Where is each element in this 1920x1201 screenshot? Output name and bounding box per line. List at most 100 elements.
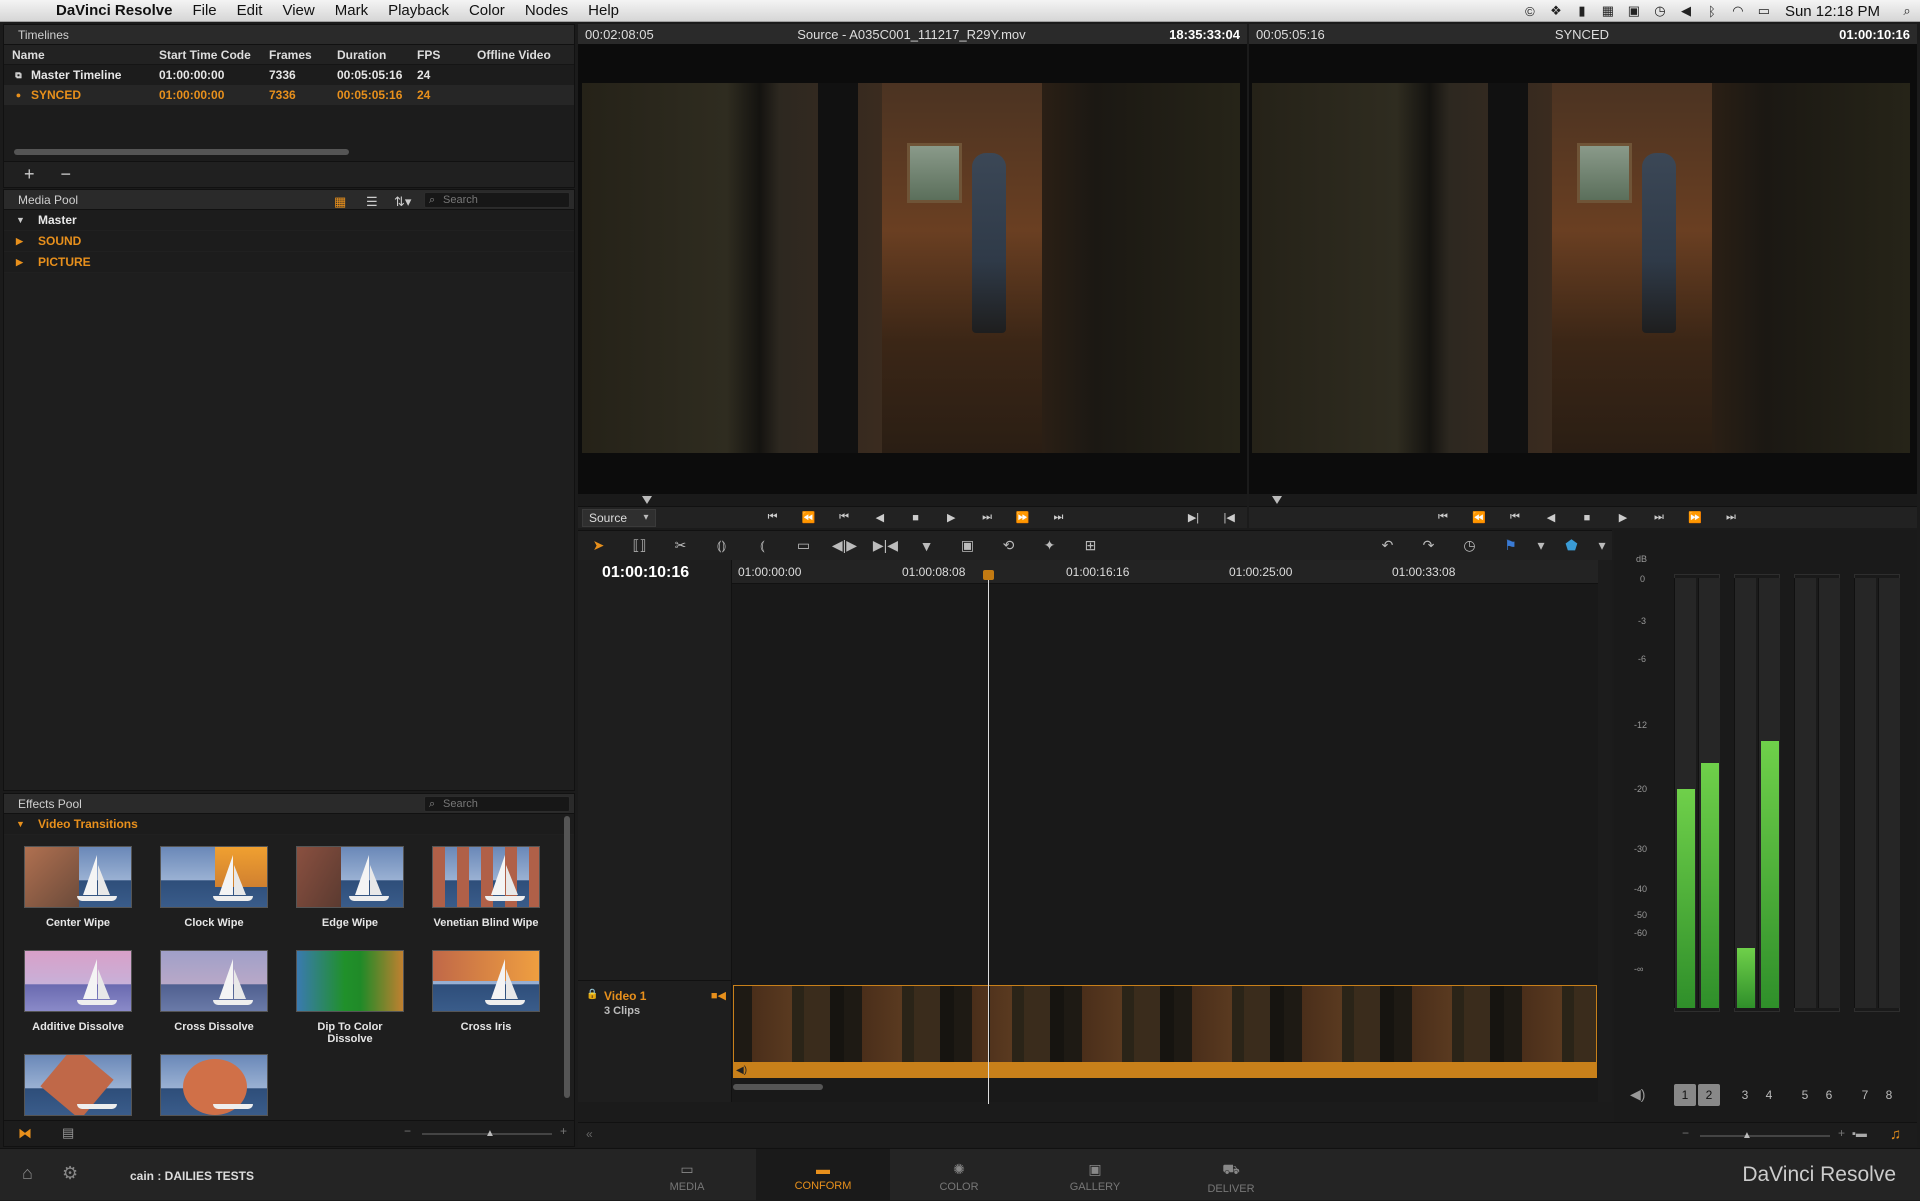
- transition-item[interactable]: [22, 1054, 134, 1125]
- disclosure-closed-icon[interactable]: ▶: [16, 231, 38, 252]
- menu-nodes[interactable]: Nodes: [525, 2, 568, 19]
- menu-clock[interactable]: Sun 12:18 PM: [1785, 3, 1880, 20]
- transition-item[interactable]: Dip To Color Dissolve: [294, 950, 406, 1045]
- app-menu[interactable]: DaVinci Resolve: [56, 2, 172, 19]
- col-offline-video[interactable]: Offline Video: [477, 45, 567, 64]
- source-video-frame[interactable]: [582, 83, 1240, 453]
- transition-item[interactable]: Center Wipe: [22, 846, 134, 929]
- media-pool-search[interactable]: ⌕ Search: [424, 192, 570, 208]
- add-timeline-button[interactable]: +: [24, 164, 35, 185]
- stop-button[interactable]: ■: [1569, 512, 1605, 524]
- col-fps[interactable]: FPS: [417, 45, 477, 64]
- history-icon[interactable]: ◷: [1449, 537, 1490, 554]
- battery-icon[interactable]: ▭: [1751, 3, 1777, 19]
- zoom-out-icon[interactable]: −: [1682, 1126, 1689, 1140]
- overwrite-icon[interactable]: ▼: [906, 538, 947, 554]
- grid-icon[interactable]: ▦: [1595, 3, 1621, 19]
- timeline-video-frame[interactable]: [1252, 83, 1910, 453]
- blade-tool-icon[interactable]: ✂: [660, 537, 701, 554]
- menu-edit[interactable]: Edit: [237, 2, 263, 19]
- fast-forward-button[interactable]: ⏩: [1005, 511, 1041, 524]
- play-button[interactable]: ▶: [933, 511, 969, 524]
- display-icon[interactable]: ▣: [1621, 3, 1647, 19]
- channel-button-3[interactable]: 3: [1734, 1084, 1756, 1106]
- copyright-status-icon[interactable]: ©: [1517, 4, 1543, 19]
- slider-knob-icon[interactable]: ▲: [1742, 1130, 1752, 1141]
- source-scrub-playhead[interactable]: [641, 496, 652, 504]
- tab-conform[interactable]: ▬ CONFORM: [756, 1149, 890, 1201]
- menu-help[interactable]: Help: [588, 2, 619, 19]
- tab-color[interactable]: ✺ COLOR: [892, 1149, 1026, 1201]
- marker-dropdown-icon[interactable]: ▾: [1592, 537, 1612, 554]
- channel-button-4[interactable]: 4: [1758, 1084, 1780, 1106]
- col-duration[interactable]: Duration: [337, 45, 417, 64]
- col-name[interactable]: Name: [4, 45, 159, 64]
- gear-icon[interactable]: ⚙: [62, 1163, 78, 1184]
- bin-sound[interactable]: ▶ SOUND: [4, 231, 574, 252]
- zoom-in-icon[interactable]: +: [1838, 1126, 1845, 1140]
- go-to-start-button[interactable]: ⏮: [1425, 511, 1461, 524]
- timeline-row-active[interactable]: ● SYNCED 01:00:00:00 7336 00:05:05:16 24: [4, 85, 574, 105]
- insert-icon[interactable]: ▭: [783, 537, 824, 554]
- menu-file[interactable]: File: [192, 2, 216, 19]
- timeline-row[interactable]: ⧉ Master Timeline 01:00:00:00 7336 00:05:…: [4, 65, 574, 85]
- flag-dropdown-icon[interactable]: ▾: [1531, 537, 1551, 554]
- redo-icon[interactable]: ↷: [1408, 537, 1449, 554]
- fit-to-fill-icon[interactable]: ⟲: [988, 537, 1029, 554]
- slide-icon[interactable]: ▶|◀: [865, 537, 906, 554]
- col-start-tc[interactable]: Start Time Code: [159, 45, 269, 64]
- fx-list-icon[interactable]: ▤: [62, 1125, 74, 1141]
- mark-out-button[interactable]: ▶|: [1176, 511, 1212, 524]
- transition-item[interactable]: Edge Wipe: [294, 846, 406, 929]
- transition-item[interactable]: Cross Iris: [430, 950, 542, 1033]
- audio-toggle-icon[interactable]: ♫: [1890, 1126, 1901, 1143]
- rewind-button[interactable]: ⏪: [790, 511, 826, 524]
- append-icon[interactable]: ⊞: [1070, 537, 1111, 554]
- zoom-in-icon[interactable]: +: [560, 1124, 567, 1138]
- add-marker-icon[interactable]: ✦: [1029, 537, 1070, 554]
- book-icon[interactable]: ▮: [1569, 3, 1595, 19]
- timeline-playhead[interactable]: [983, 570, 994, 580]
- wifi-icon[interactable]: ◠: [1725, 3, 1751, 19]
- next-edit-button[interactable]: ⏭: [1641, 511, 1677, 524]
- menu-playback[interactable]: Playback: [388, 2, 449, 19]
- disclosure-closed-icon[interactable]: ▶: [16, 252, 38, 273]
- transition-item[interactable]: Additive Dissolve: [22, 950, 134, 1033]
- video-clip[interactable]: ◀): [733, 985, 1597, 1078]
- source-select-dropdown[interactable]: Source: [582, 508, 656, 527]
- timeline-current-timecode[interactable]: 01:00:10:16: [602, 564, 689, 582]
- time-machine-icon[interactable]: ◷: [1647, 3, 1673, 19]
- menu-mark[interactable]: Mark: [335, 2, 368, 19]
- transition-item[interactable]: Clock Wipe: [158, 846, 270, 929]
- video-camera-icon[interactable]: ■◀: [711, 989, 726, 1002]
- zoom-out-icon[interactable]: −: [404, 1124, 411, 1138]
- replace-icon[interactable]: ▣: [947, 537, 988, 554]
- channel-button-1[interactable]: 1: [1674, 1084, 1696, 1106]
- list-view-icon[interactable]: ☰: [366, 192, 378, 212]
- timeline-scrollbar[interactable]: [733, 1084, 823, 1090]
- tab-media[interactable]: ▭ MEDIA: [620, 1149, 754, 1201]
- disclosure-open-icon[interactable]: ▼: [16, 814, 38, 835]
- dropbox-icon[interactable]: ❖: [1543, 3, 1569, 19]
- play-button[interactable]: ▶: [1605, 511, 1641, 524]
- bin-picture[interactable]: ▶ PICTURE: [4, 252, 574, 273]
- track-height-icon[interactable]: ▪▬: [1852, 1128, 1867, 1140]
- effects-scrollbar[interactable]: [564, 816, 570, 1098]
- video-track-header[interactable]: 🔒 Video 1 3 Clips ■◀: [578, 980, 732, 1058]
- spotlight-search-icon[interactable]: ⌕: [1894, 3, 1920, 19]
- col-frames[interactable]: Frames: [269, 45, 337, 64]
- previous-edit-button[interactable]: ⏮: [1497, 511, 1533, 524]
- slider-knob-icon[interactable]: ▲: [485, 1128, 495, 1139]
- volume-icon[interactable]: ◀: [1673, 3, 1699, 19]
- channel-button-5[interactable]: 5: [1794, 1084, 1816, 1106]
- channel-button-7[interactable]: 7: [1854, 1084, 1876, 1106]
- play-reverse-button[interactable]: ◀: [1533, 511, 1569, 524]
- go-to-end-button[interactable]: ⏭: [1041, 511, 1077, 524]
- transition-item[interactable]: Cross Dissolve: [158, 950, 270, 1033]
- mark-in-button[interactable]: |◀: [1211, 511, 1247, 524]
- marker-icon[interactable]: ⬟: [1551, 537, 1592, 554]
- sort-menu-icon[interactable]: ⇅▾: [394, 192, 411, 212]
- undo-icon[interactable]: ↶: [1367, 537, 1408, 554]
- channel-button-8[interactable]: 8: [1878, 1084, 1900, 1106]
- menu-color[interactable]: Color: [469, 2, 505, 19]
